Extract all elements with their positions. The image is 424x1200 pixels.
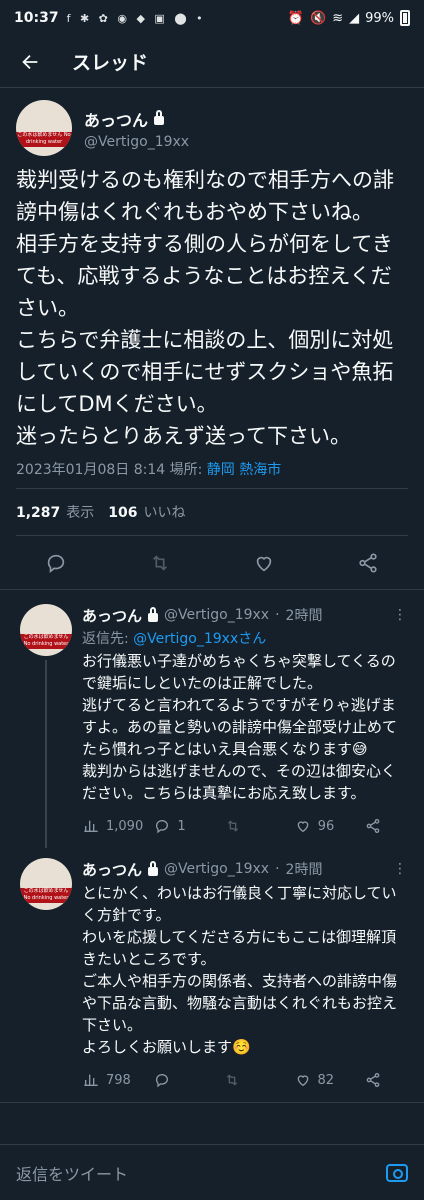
lock-icon (148, 860, 159, 876)
signal-icon: ◢ (349, 10, 360, 26)
heart-icon (294, 817, 312, 835)
more-icon[interactable]: ⋮ (393, 861, 408, 877)
reply-tweet[interactable]: この水は飲めません No drinking water あっつん @Vertig… (0, 590, 424, 848)
separator-dot: · (275, 607, 280, 623)
avatar[interactable]: この水は飲めません No drinking water (16, 100, 72, 156)
views-stat[interactable]: 798 (82, 1071, 142, 1089)
reply-to-label: 返信先: (82, 631, 129, 647)
reply-icon[interactable] (43, 550, 69, 576)
display-name: あっつん (82, 606, 143, 625)
avatar-sign: この水は飲めません No drinking water (20, 888, 72, 903)
retweet-icon[interactable] (147, 550, 173, 576)
tweet-text-part: お行儀悪い子達がめちゃくちゃ突撃してくるので鍵垢にしといたのは正解でした。 逃げ… (82, 652, 398, 758)
views-icon (82, 1071, 100, 1089)
user-handle: @Vertigo_19xx (164, 861, 270, 877)
share-icon[interactable] (355, 550, 381, 576)
tweet-datetime: 2023年01月08日 8:14 (16, 462, 166, 478)
status-bar: 10:37 f ✱ ✿ ◉ ◆ ▣ ⬤ • ⏰ 🔇 ≋ ◢ 99% (0, 0, 424, 36)
more-icon[interactable]: ⋮ (393, 607, 408, 623)
avatar-sign: この水は飲めません No drinking water (16, 132, 72, 147)
reply-composer[interactable]: 返信をツイート (0, 1144, 424, 1200)
tweet-meta: 2023年01月08日 8:14 場所: 静岡 熱海市 (0, 452, 424, 482)
smiling-emoji: ☺️ (232, 1038, 251, 1056)
likes-stat[interactable]: 106 いいね (108, 502, 185, 522)
tweet-actions: 1,090 1 96 (82, 804, 408, 848)
sweat-smile-emoji: 😅 (352, 740, 368, 758)
views-label: 表示 (66, 505, 95, 521)
page-title: スレッド (72, 52, 149, 74)
location-label: 場所: (169, 462, 203, 478)
lock-icon (148, 606, 159, 622)
camera-icon[interactable] (386, 1163, 408, 1182)
reply-stat[interactable]: 1 (153, 817, 213, 835)
reply-count: 1 (177, 818, 186, 834)
thread-line (45, 660, 47, 848)
share-stat[interactable] (364, 817, 384, 835)
share-stat[interactable] (364, 1071, 384, 1089)
like-stat[interactable]: 96 (294, 817, 354, 835)
tweet-time: 2時間 (285, 862, 323, 878)
tweet-text: 裁判受けるのも権利なので相手方への誹謗中傷はくれぐれもおやめ下さいね。 相手方を… (16, 168, 394, 448)
mute-icon: 🔇 (310, 10, 327, 26)
main-tweet: この水は飲めません No drinking water あっつん @Vertig… (0, 88, 424, 590)
retweet-stat[interactable] (223, 1071, 283, 1089)
likes-count: 106 (108, 505, 138, 521)
location-link[interactable]: 静岡 熱海市 (207, 462, 281, 478)
reply-tweet[interactable]: この水は飲めません No drinking water あっつん @Vertig… (0, 848, 424, 1102)
retweet-icon (223, 1071, 241, 1089)
reply-to-link[interactable]: @Vertigo_19xxさん (133, 631, 266, 647)
status-time: 10:37 (14, 10, 59, 26)
tweet-actions (0, 536, 424, 590)
avatar[interactable]: この水は飲めません No drinking water (20, 604, 72, 656)
display-name-text: あっつん (84, 110, 149, 130)
wifi-icon: ≋ (332, 10, 344, 26)
alarm-icon: ⏰ (287, 10, 304, 26)
tweet-text: とにかく、わいはお行儀良く丁寧に対応していく方針です。 わいを応援してくださる方… (82, 882, 408, 1058)
views-stat[interactable]: 1,090 (82, 817, 143, 835)
reply-input[interactable]: 返信をツイート (16, 1161, 128, 1185)
retweet-icon (224, 817, 242, 835)
avatar-sign: この水は飲めません No drinking water (20, 634, 72, 649)
views-icon (82, 817, 100, 835)
divider (0, 1102, 424, 1103)
tweet-text-part: とにかく、わいはお行儀良く丁寧に対応していく方針です。 わいを応援してくださる方… (82, 884, 398, 1056)
thread: この水は飲めません No drinking water あっつん @Vertig… (0, 88, 424, 1103)
tweet-stats: 1,287 表示 106 いいね (16, 488, 408, 536)
avatar[interactable]: この水は飲めません No drinking water (20, 858, 72, 910)
battery-icon (400, 10, 410, 26)
status-right: ⏰ 🔇 ≋ ◢ 99% (288, 10, 410, 26)
tweet-actions: 798 82 (82, 1058, 408, 1102)
reply-icon (153, 817, 171, 835)
tweet-text-part: 裁判からは逃げませんので、その辺は御安心ください。こちらは真摯にお応え致します。 (82, 762, 396, 802)
views-count: 1,287 (16, 505, 61, 521)
user-handle: @Vertigo_19xx (84, 133, 190, 150)
share-icon (364, 1071, 382, 1089)
tweet-time: 2時間 (285, 608, 323, 624)
notification-icons: f ✱ ✿ ◉ ◆ ▣ ⬤ • (66, 11, 206, 25)
share-icon (364, 817, 382, 835)
like-stat[interactable]: 82 (294, 1071, 354, 1089)
separator-dot: · (275, 861, 280, 877)
top-bar: スレッド (0, 36, 424, 88)
tweet-text: お行儀悪い子達がめちゃくちゃ突撃してくるので鍵垢にしといたのは正解でした。 逃げ… (82, 650, 408, 804)
lock-icon (154, 110, 165, 125)
battery-level: 99% (365, 10, 394, 26)
likes-label: いいね (143, 505, 186, 521)
display-name: あっつん (82, 860, 143, 879)
like-count: 96 (317, 818, 335, 834)
arrow-left-icon (22, 54, 38, 69)
main-tweet-author[interactable]: この水は飲めません No drinking water あっつん @Vertig… (0, 88, 424, 156)
heart-icon[interactable] (251, 550, 277, 576)
back-button[interactable] (0, 36, 60, 88)
like-count: 82 (317, 1072, 335, 1088)
display-name: あっつん (84, 107, 189, 131)
reply-stat[interactable] (153, 1071, 213, 1089)
views-count: 1,090 (106, 818, 144, 834)
reply-to: 返信先: @Vertigo_19xxさん (82, 628, 408, 648)
retweet-stat[interactable] (224, 817, 284, 835)
views-count: 798 (106, 1072, 131, 1088)
user-handle: @Vertigo_19xx (164, 607, 270, 623)
heart-icon (294, 1071, 312, 1089)
reply-icon (153, 1071, 171, 1089)
